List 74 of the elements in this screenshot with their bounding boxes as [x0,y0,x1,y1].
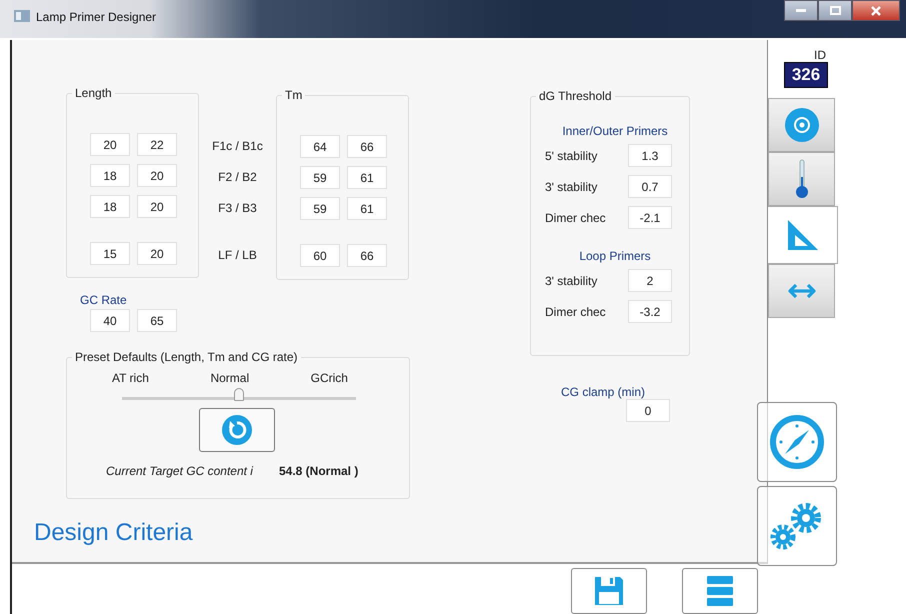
number-field[interactable]: 66 [347,244,387,267]
number-field[interactable]: -2.1 [628,206,672,229]
number-field[interactable]: 20 [137,242,177,265]
slider-tick-label: Normal [210,371,250,385]
number-field[interactable]: 65 [137,309,177,332]
number-field[interactable]: 15 [90,242,130,265]
save-button[interactable] [571,568,647,614]
row-label: F1c / B1c [212,138,263,155]
reset-icon [221,414,253,446]
number-field[interactable]: 20 [137,195,177,218]
minimize-button[interactable] [784,0,818,21]
cg-clamp-label: CG clamp (min) [561,385,646,399]
slider-tick-label: AT rich [112,371,149,385]
field-label: 3' stability [545,180,598,194]
window-icon [14,10,30,22]
side-tab[interactable] [768,152,835,206]
number-field[interactable]: 22 [137,133,177,156]
number-field[interactable]: 0 [626,399,670,422]
section-title: Loop Primers [578,249,652,263]
number-field[interactable]: 59 [300,197,340,220]
section-title: Inner/Outer Primers [561,124,669,138]
number-field[interactable]: 40 [90,309,130,332]
slider-tick-label: GCrich [310,371,348,385]
row-label: LF / LB [218,247,257,264]
field-label: Dimer chec [545,304,606,318]
field-label: 3' stability [545,274,598,288]
target-value: 54.8 (Normal ) [278,464,358,478]
side-tab[interactable] [768,264,835,318]
row-label: F3 / B3 [218,200,257,217]
number-field[interactable]: 1.3 [628,144,672,167]
target-label: Current Target GC content i [106,464,253,478]
number-field[interactable]: 20 [137,164,177,187]
number-field[interactable]: 60 [300,244,340,267]
slider-thumb[interactable] [234,388,244,401]
group-title: Preset Defaults (Length, Tm and CG rate) [75,350,298,364]
window-title: Lamp Primer Designer [36,10,156,24]
reset-button[interactable] [199,408,275,452]
number-field[interactable]: 0.7 [628,175,672,198]
gc-rate-label: GC Rate [80,293,128,307]
minimize-icon [796,9,806,12]
disc-icon [784,107,820,143]
number-field[interactable]: 20 [90,133,130,156]
number-field[interactable]: 61 [347,197,387,220]
group-title: dG Threshold [539,89,612,103]
id-label: ID [814,48,827,62]
id-value: 326 [784,62,828,88]
close-button[interactable] [852,0,900,21]
double-arrow-icon [786,283,816,299]
number-field[interactable]: 2 [628,269,672,292]
list-icon [707,576,733,606]
maximize-button[interactable] [818,0,852,21]
number-field[interactable]: -3.2 [628,300,672,323]
side-tab[interactable] [768,206,838,264]
field-label: Dimer chec [545,210,606,224]
side-tab[interactable] [768,98,835,152]
gears-button[interactable] [757,486,837,566]
group-title: Tm [285,88,302,102]
compass-button[interactable] [757,402,837,482]
number-field[interactable]: 18 [90,164,130,187]
number-field[interactable]: 61 [347,166,387,189]
save-icon [594,576,624,606]
field-label: 5' stability [545,148,598,162]
list-button[interactable] [682,568,758,614]
number-field[interactable]: 64 [300,135,340,158]
close-icon [871,6,881,16]
thermometer-icon [794,159,810,199]
row-label: F2 / B2 [218,169,257,186]
number-field[interactable]: 66 [347,135,387,158]
page-heading: Design Criteria [34,519,194,547]
compass-icon [769,414,825,470]
number-field[interactable]: 59 [300,166,340,189]
group-title: Length [75,86,112,100]
number-field[interactable]: 18 [90,195,130,218]
maximize-icon [830,6,840,15]
